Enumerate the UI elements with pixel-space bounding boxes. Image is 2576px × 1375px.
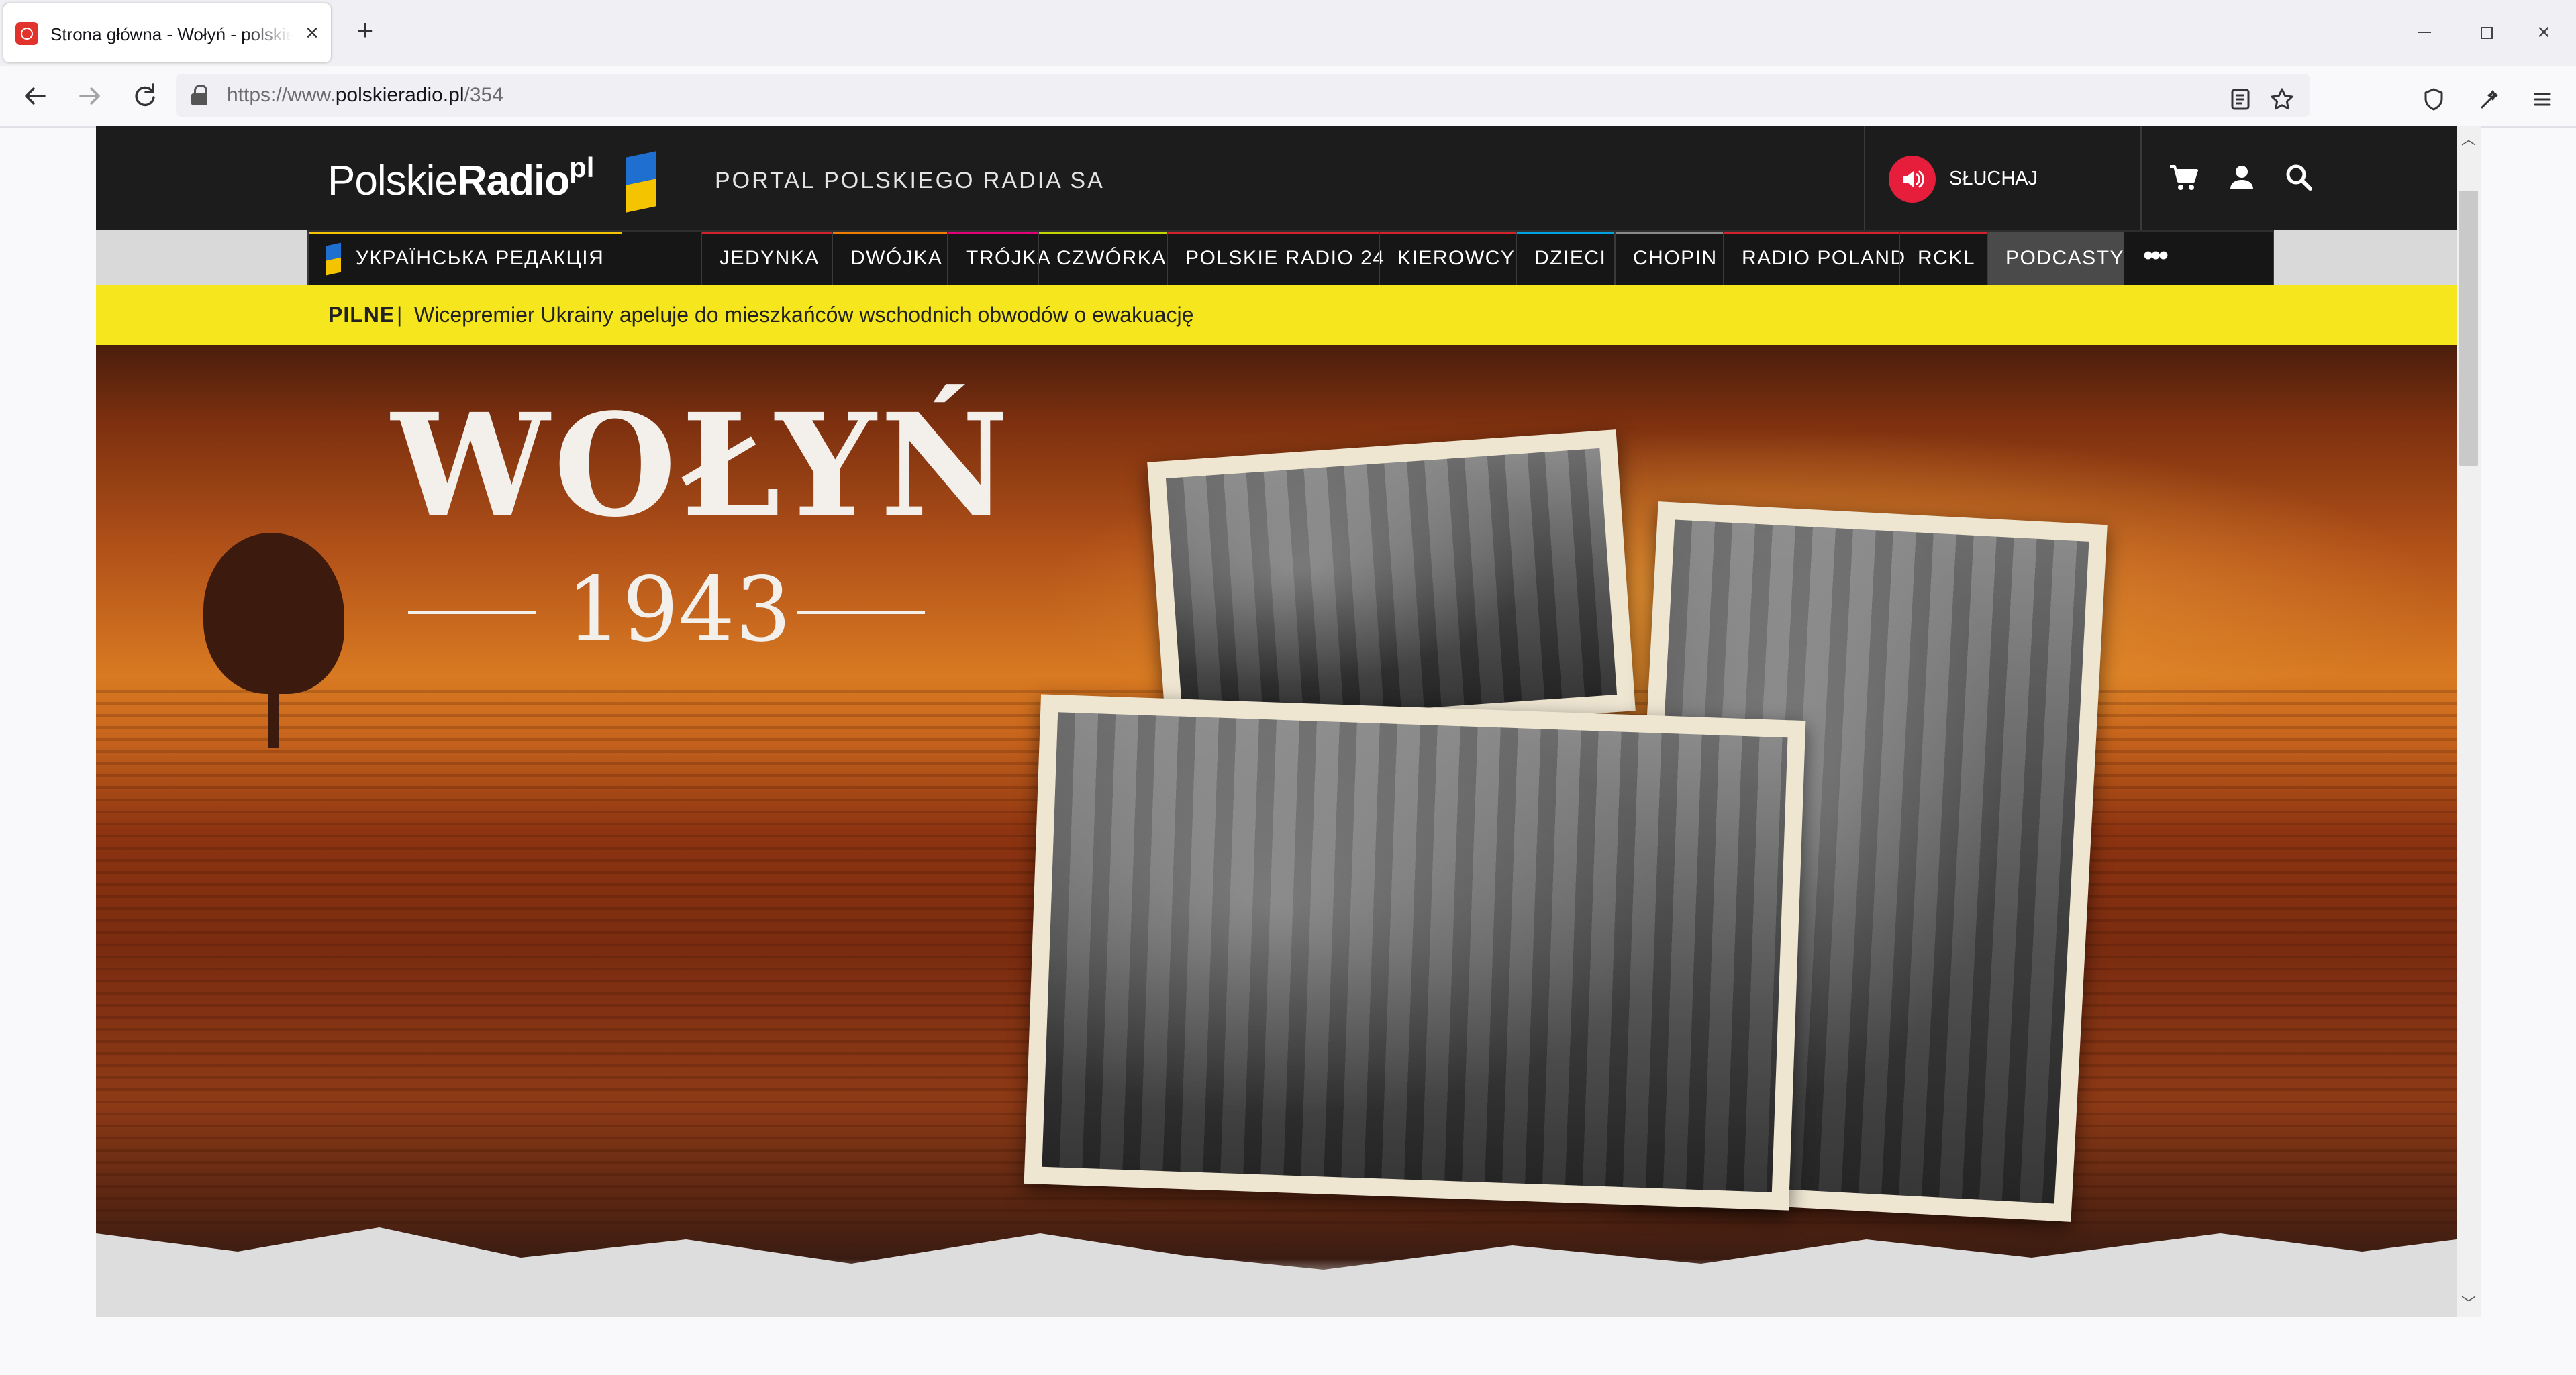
header-divider xyxy=(2140,126,2142,230)
breaking-news-bar[interactable]: PILNE | Wicepremier Ukrainy apeluje do m… xyxy=(96,285,2457,345)
menu-item-chopin[interactable]: CHOPIN xyxy=(1614,232,1735,285)
forward-button[interactable] xyxy=(72,79,106,113)
hero-year: 1943 xyxy=(566,558,791,662)
reload-icon xyxy=(135,83,155,107)
reload-button[interactable] xyxy=(128,79,161,113)
menu-item-label: JEDYNKA xyxy=(720,247,820,269)
site-header: PolskieRadiopl PORTAL POLSKIEGO RADIA SA… xyxy=(96,126,2457,230)
menu-item-polskie-radio-24[interactable]: POLSKIE RADIO 24 xyxy=(1167,232,1402,285)
menu-item-ukrainian[interactable]: УКРАЇНСЬКА РЕДАКЦІЯ xyxy=(307,232,622,285)
menu-item-dwojka[interactable]: DWÓJKA xyxy=(832,232,960,285)
user-icon[interactable] xyxy=(2221,157,2263,199)
polskieradio-favicon-icon xyxy=(15,22,38,45)
scroll-down-arrow-icon[interactable]: ﹀ xyxy=(2457,1292,2481,1316)
ukraine-flag-icon xyxy=(326,242,341,276)
star-icon[interactable] xyxy=(2269,86,2295,113)
scroll-up-arrow-icon[interactable]: ︿ xyxy=(2457,128,2481,152)
menu-item-radio-poland[interactable]: RADIO POLAND xyxy=(1723,232,1924,285)
hamburger-menu-icon[interactable] xyxy=(2529,86,2556,113)
logo-radio: Radio xyxy=(456,158,570,204)
menu-item-label: POLSKIE RADIO 24 xyxy=(1185,247,1385,269)
address-bar[interactable]: https://www.polskieradio.pl/354 xyxy=(176,74,2310,117)
listen-button[interactable]: SŁUCHAJ xyxy=(1889,152,2130,205)
breaking-news-label: PILNE xyxy=(328,303,395,327)
listen-label: SŁUCHAJ xyxy=(1949,168,2038,189)
menu-item-rckl[interactable]: RCKL xyxy=(1899,232,1993,285)
url-text[interactable]: https://www.polskieradio.pl/354 xyxy=(227,82,503,109)
lock-icon[interactable] xyxy=(191,85,209,106)
polskieradio-logo[interactable]: PolskieRadiopl xyxy=(328,151,656,213)
logo-polskie: Polskie xyxy=(328,158,458,204)
menu-item-label: KIEROWCY xyxy=(1397,247,1516,269)
new-tab-button[interactable]: + xyxy=(349,15,381,47)
page-scrollbar[interactable]: ︿ ﹀ xyxy=(2457,126,2481,1317)
hero-title: WOŁYŃ xyxy=(391,383,1013,548)
menu-divider xyxy=(2273,232,2274,285)
historical-photo-group xyxy=(1147,429,1636,744)
browser-tab[interactable]: Strona główna - Wołyń - polskieradio.pl … xyxy=(3,3,331,62)
menu-item-label: CZWÓRKA xyxy=(1056,247,1167,269)
station-menu: УКРАЇНСЬКА РЕДАКЦІЯ JEDYNKA DWÓJKA TRÓJK… xyxy=(307,230,2274,285)
historical-photo-family-group xyxy=(1024,694,1806,1211)
scrollbar-thumb[interactable] xyxy=(2459,191,2478,466)
cart-icon[interactable] xyxy=(2163,157,2205,199)
search-icon[interactable] xyxy=(2279,157,2320,199)
menu-item-dzieci[interactable]: DZIECI xyxy=(1516,232,1624,285)
decorative-line xyxy=(797,611,925,614)
logo-pl: pl xyxy=(569,152,595,183)
portal-title: PORTAL POLSKIEGO RADIA SA xyxy=(715,168,1105,193)
menu-item-label: CHOPIN xyxy=(1633,247,1718,269)
browser-navigation-bar: https://www.polskieradio.pl/354 xyxy=(0,66,2576,128)
breaking-news-headline[interactable]: Wicepremier Ukrainy apeluje do mieszkańc… xyxy=(414,299,1193,330)
menu-item-kierowcy[interactable]: KIEROWCY xyxy=(1379,232,1532,285)
menu-item-czworka[interactable]: CZWÓRKA xyxy=(1038,232,1184,285)
more-menu-button[interactable]: ••• xyxy=(2128,232,2181,285)
back-button[interactable] xyxy=(19,79,52,113)
hero-year-row: 1943 xyxy=(408,563,938,657)
menu-item-label: DWÓJKA xyxy=(850,247,943,269)
menu-item-label: RCKL xyxy=(1918,247,1976,269)
window-close-button[interactable]: × xyxy=(2529,17,2559,47)
menu-item-podcasty[interactable]: PODCASTY xyxy=(1987,232,2124,285)
menu-item-jedynka[interactable]: JEDYNKA xyxy=(701,232,837,285)
ukraine-flag-icon xyxy=(626,151,656,213)
menu-item-label: PODCASTY xyxy=(2005,247,2125,269)
url-prefix: https://www. xyxy=(227,84,336,106)
tree-silhouette xyxy=(203,533,344,748)
reader-view-icon[interactable] xyxy=(2227,86,2254,113)
webpage-viewport: PolskieRadiopl PORTAL POLSKIEGO RADIA SA… xyxy=(96,126,2457,1317)
url-host: polskieradio.pl xyxy=(335,84,464,106)
window-restore-button[interactable] xyxy=(2471,17,2501,47)
url-path: /354 xyxy=(464,84,503,106)
tab-close-icon[interactable]: × xyxy=(299,18,326,48)
arrow-right-icon xyxy=(79,87,100,105)
extensions-icon[interactable] xyxy=(2477,86,2504,113)
header-divider xyxy=(1864,126,1865,230)
shield-icon[interactable] xyxy=(2420,86,2447,113)
arrow-left-icon xyxy=(25,87,46,105)
speaker-icon xyxy=(1903,170,1924,188)
listen-circle xyxy=(1889,156,1936,203)
breaking-news-separator: | xyxy=(397,303,403,327)
window-minimize-button[interactable] xyxy=(2410,17,2439,47)
menu-item-label: DZIECI xyxy=(1534,247,1607,269)
decorative-line xyxy=(408,611,536,614)
menu-item-label: RADIO POLAND xyxy=(1742,247,1906,269)
menu-item-label: УКРАЇНСЬКА РЕДАКЦІЯ xyxy=(356,247,605,269)
hero-banner[interactable]: WOŁYŃ 1943 xyxy=(96,345,2457,1317)
tab-title: Strona główna - Wołyń - polskieradio.pl xyxy=(50,24,292,44)
browser-tab-bar: Strona główna - Wołyń - polskieradio.pl … xyxy=(0,0,2576,66)
